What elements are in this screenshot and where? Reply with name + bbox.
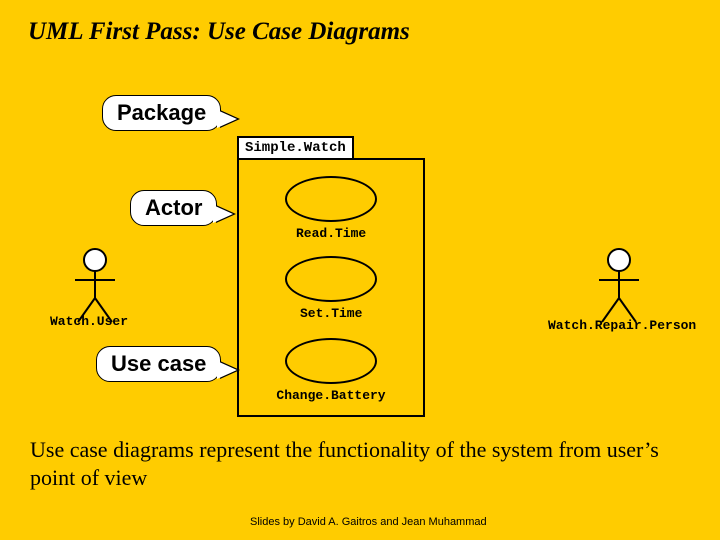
callout-package: Package bbox=[102, 95, 221, 131]
usecase-changebattery-label: Change.Battery bbox=[276, 388, 386, 403]
slide-title: UML First Pass: Use Case Diagrams bbox=[28, 18, 410, 46]
usecase-settime-ellipse bbox=[285, 256, 377, 302]
footer-credits: Slides by David A. Gaitros and Jean Muha… bbox=[250, 516, 487, 528]
usecase-settime-label: Set.Time bbox=[300, 306, 362, 321]
callout-actor: Actor bbox=[130, 190, 217, 226]
package-tab: Simple.Watch bbox=[237, 136, 354, 160]
body-text: Use case diagrams represent the function… bbox=[30, 436, 690, 491]
actor-left-label: Watch.User bbox=[50, 314, 128, 329]
actor-right-label: Watch.Repair.Person bbox=[548, 318, 696, 333]
usecase-changebattery-ellipse bbox=[285, 338, 377, 384]
usecase-readtime-ellipse bbox=[285, 176, 377, 222]
callout-usecase: Use case bbox=[96, 346, 221, 382]
actor-right-icon bbox=[594, 248, 644, 326]
usecase-readtime-label: Read.Time bbox=[296, 226, 366, 241]
